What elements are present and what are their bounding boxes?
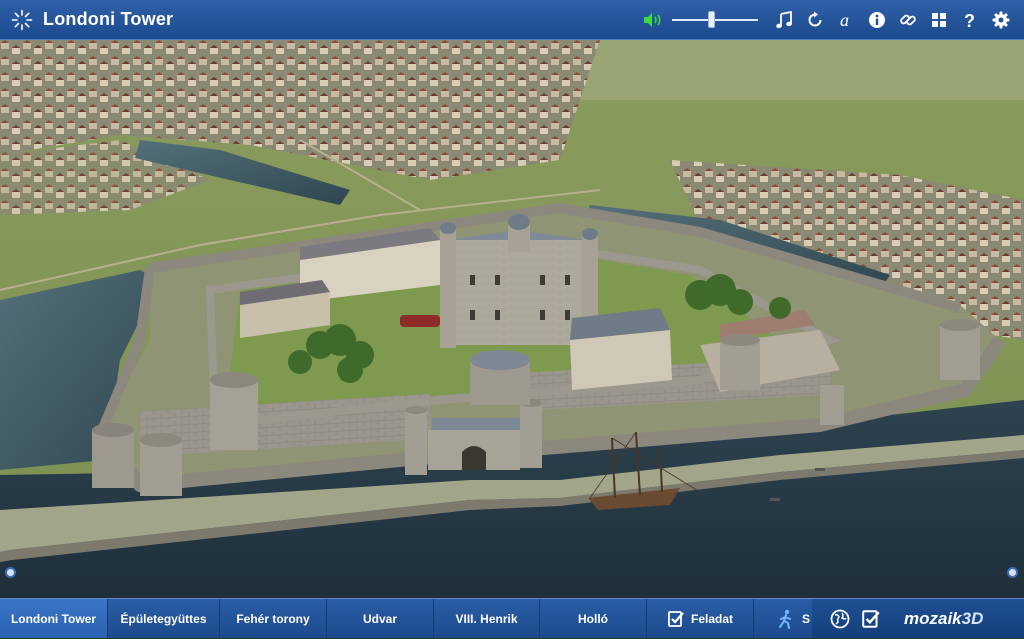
- tab-udvar[interactable]: Udvar: [327, 599, 434, 638]
- volume-thumb[interactable]: [708, 11, 715, 28]
- castle-3d-viewport[interactable]: [0, 40, 1024, 598]
- page-title: Londoni Tower: [43, 9, 174, 29]
- scene-navigation: Londoni Tower Épületegyüttes Fehér toron…: [0, 598, 1024, 638]
- font-a-icon[interactable]: a: [830, 0, 861, 40]
- gear-icon[interactable]: [985, 0, 1016, 40]
- tab-londoni-tower[interactable]: Londoni Tower: [0, 599, 108, 638]
- footer-tools: mozaik3D: [812, 599, 1024, 638]
- tab-label: S: [802, 611, 811, 626]
- volume-slider[interactable]: [672, 0, 758, 40]
- tab-label: Feladat: [690, 611, 733, 626]
- grid-icon[interactable]: [923, 0, 954, 40]
- sunburst-logo-icon[interactable]: [11, 9, 33, 31]
- svg-text:a: a: [840, 11, 849, 29]
- left-rotate-handle[interactable]: [5, 567, 16, 578]
- tab-viii-henrik[interactable]: VIII. Henrik: [434, 599, 540, 638]
- tab-epuletegyuttes[interactable]: Épületegyüttes: [108, 599, 220, 638]
- volume-track: [672, 19, 758, 21]
- checklist-icon: [668, 610, 684, 627]
- link-icon[interactable]: [892, 0, 923, 40]
- replay-icon[interactable]: [799, 0, 830, 40]
- info-icon[interactable]: [861, 0, 892, 40]
- tab-label: Épületegyüttes: [120, 611, 207, 626]
- svg-text:?: ?: [964, 11, 975, 29]
- tab-label: Fehér torony: [236, 611, 310, 626]
- tab-walk[interactable]: S: [754, 599, 814, 638]
- checklist-icon[interactable]: [855, 599, 886, 639]
- music-note-icon[interactable]: [768, 0, 799, 40]
- tab-label: VIII. Henrik: [455, 611, 518, 626]
- tab-hollo[interactable]: Holló: [540, 599, 647, 638]
- globe-icon[interactable]: [824, 599, 855, 639]
- help-icon[interactable]: ?: [954, 0, 985, 40]
- brand-3d: 3D: [961, 608, 984, 628]
- tower-of-london-scene: [0, 40, 1024, 598]
- tab-feher-torony[interactable]: Fehér torony: [220, 599, 327, 638]
- tab-label: Londoni Tower: [10, 611, 97, 626]
- brand-main: mozaik: [904, 608, 962, 628]
- title-bar: Londoni Tower a ?: [0, 0, 1024, 40]
- mozaik-3d-logo: mozaik3D: [904, 609, 983, 629]
- walker-icon: [779, 609, 791, 629]
- right-rotate-handle[interactable]: [1007, 567, 1018, 578]
- toolbar: a ?: [637, 0, 1016, 40]
- tab-label: Udvar: [362, 611, 397, 626]
- tab-feladat[interactable]: Feladat: [647, 599, 754, 638]
- speaker-icon[interactable]: [637, 0, 668, 40]
- tab-label: Holló: [578, 611, 608, 626]
